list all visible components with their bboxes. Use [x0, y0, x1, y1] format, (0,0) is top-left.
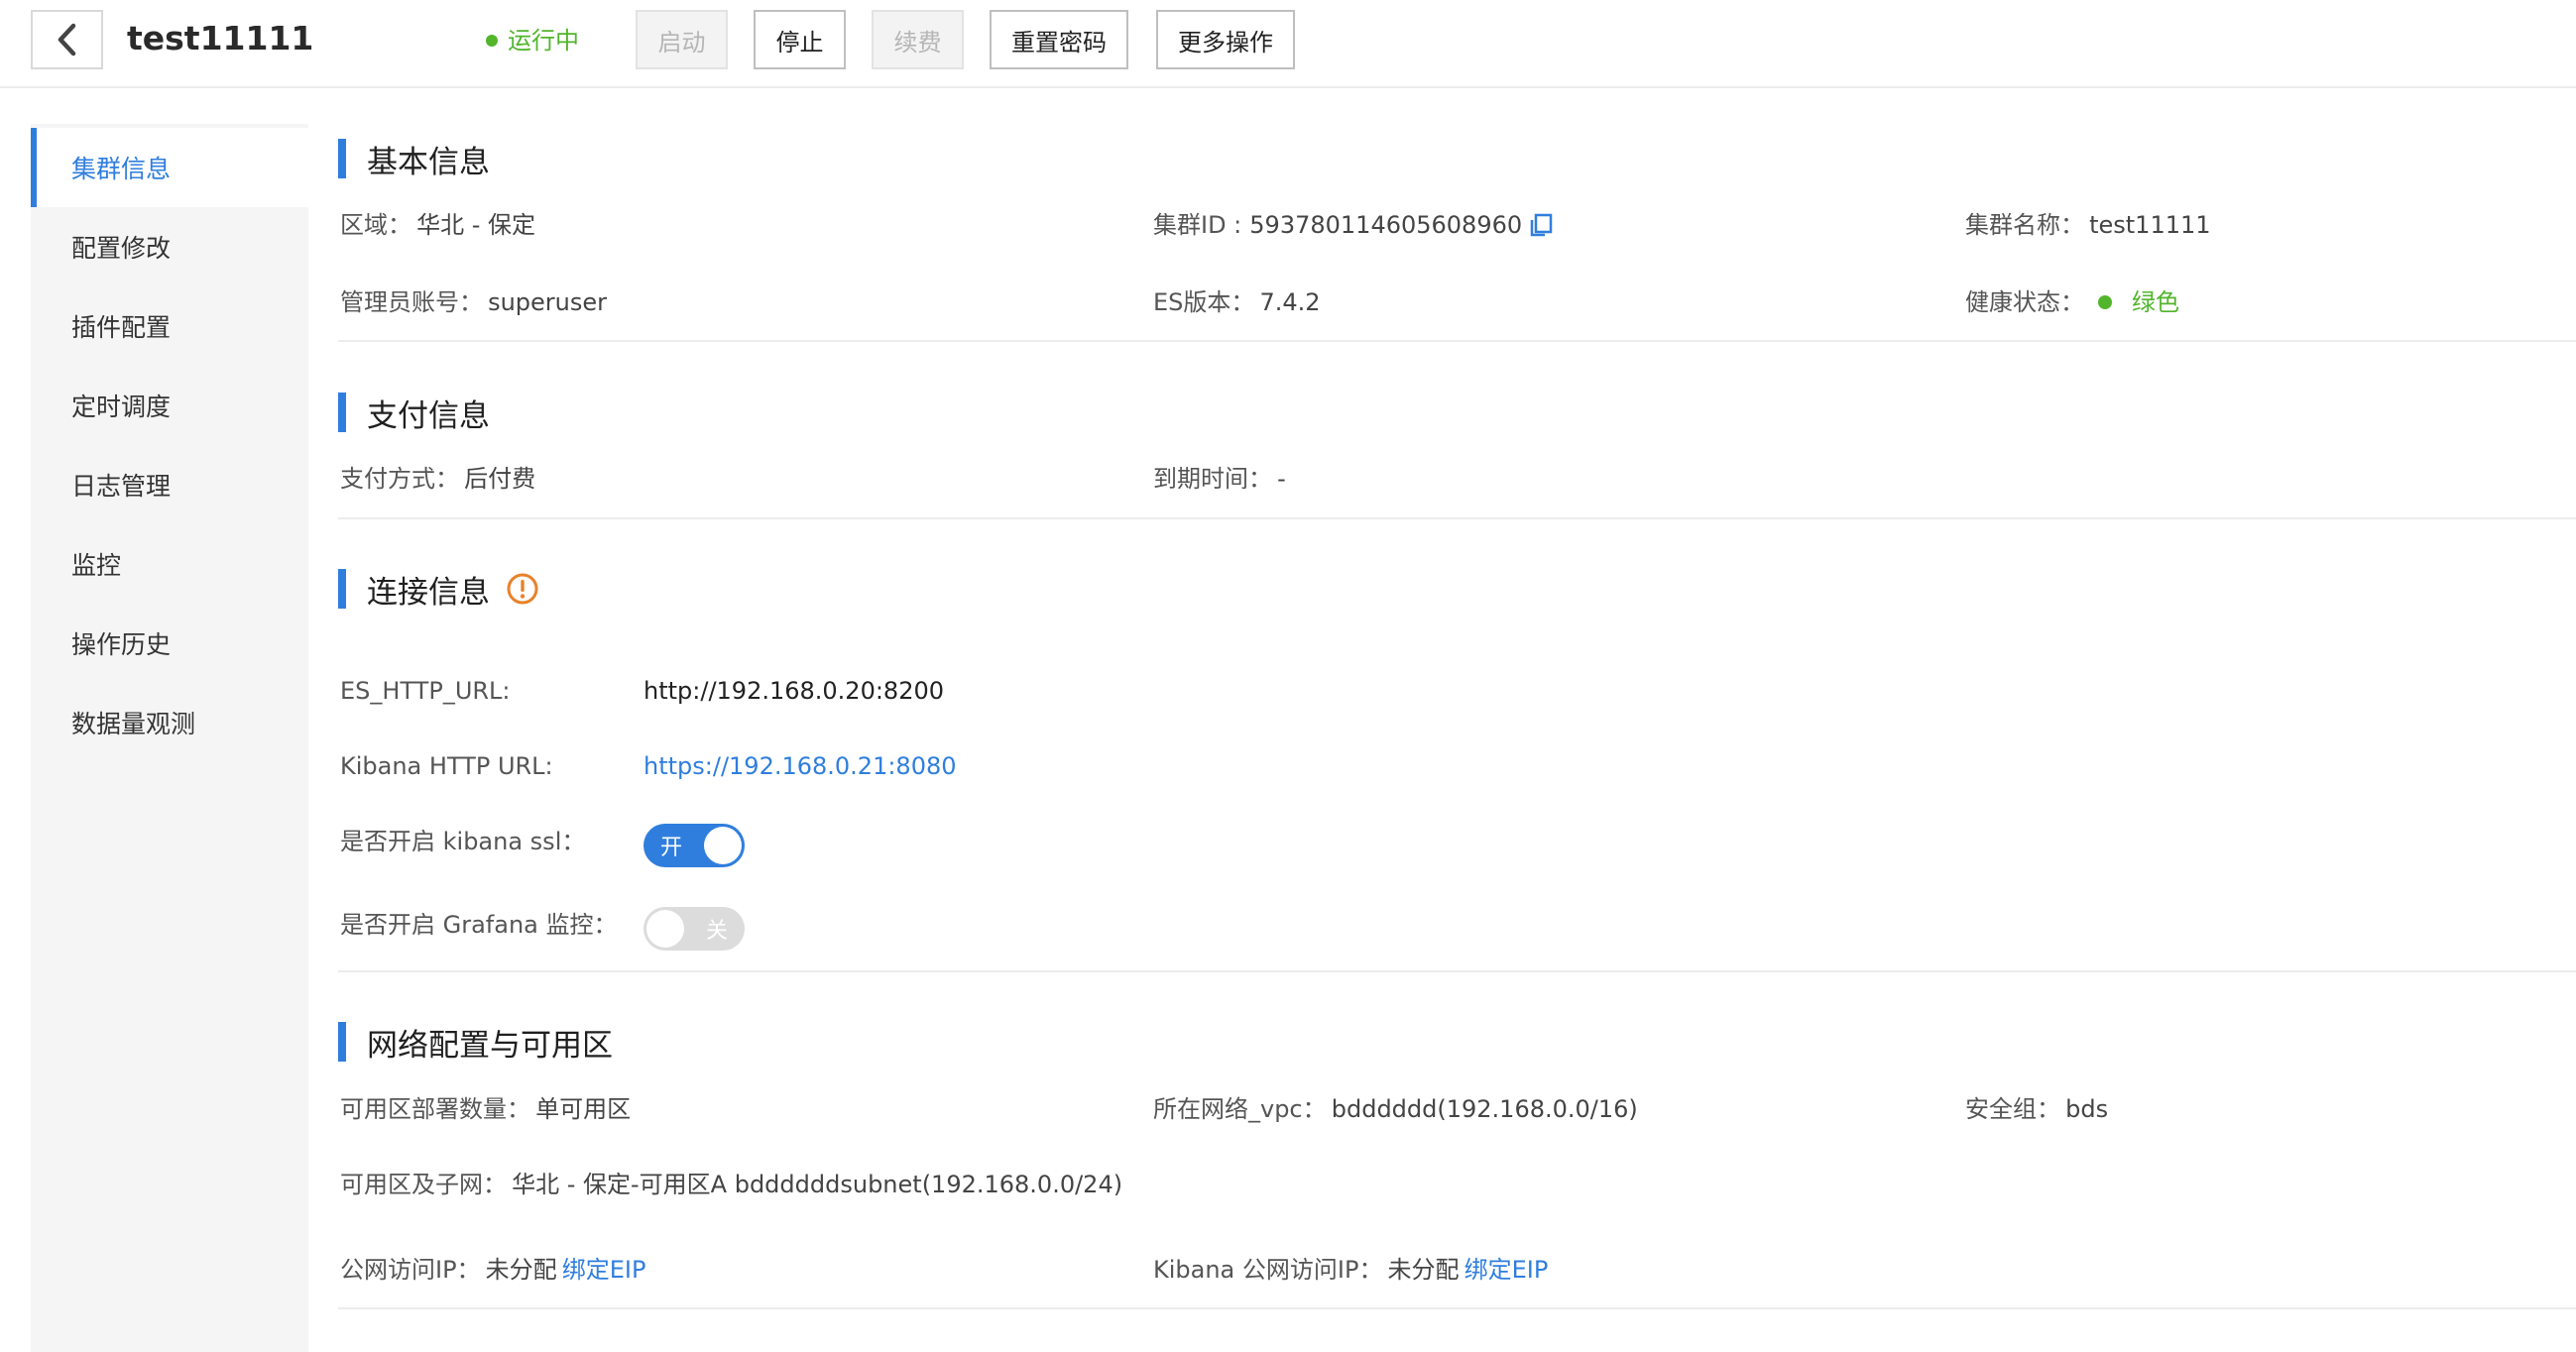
- sidebar-item-log-management[interactable]: 日志管理: [31, 445, 308, 524]
- kibana-public-ip-value: 未分配: [1387, 1256, 1460, 1284]
- public-ip-label: 公网访问IP：: [340, 1256, 481, 1284]
- az-subnet-value: 华北 - 保定-可用区A bddddddsubnet(192.168.0.0/2…: [512, 1171, 1123, 1198]
- payment-method-value: 后付费: [464, 465, 536, 493]
- section-title-text: 网络配置与可用区: [367, 1027, 613, 1064]
- sidebar-item-config-modify[interactable]: 配置修改: [31, 207, 308, 286]
- section-title-basic-info: 基本信息: [338, 139, 490, 180]
- public-ip-value: 未分配: [485, 1256, 557, 1284]
- sidebar-item-cluster-info[interactable]: 集群信息: [31, 128, 308, 207]
- admin-account-field: 管理员账号： superuser: [340, 285, 607, 319]
- section-divider: [338, 517, 2576, 519]
- security-group-label: 安全组：: [1965, 1095, 2060, 1123]
- es-http-url-value: http://192.168.0.20:8200: [644, 677, 944, 705]
- sidebar-item-plugin-config[interactable]: 插件配置: [31, 286, 308, 366]
- section-accent-bar: [338, 569, 346, 609]
- status-text: 运行中: [508, 27, 579, 55]
- cluster-name-label: 集群名称：: [1965, 211, 2084, 239]
- cluster-id-field: 集群ID : 593780114605608960: [1153, 208, 1554, 242]
- kibana-ssl-toggle[interactable]: 开: [644, 824, 745, 867]
- section-title-connection-info: 连接信息: [338, 569, 539, 611]
- sidebar-item-data-volume[interactable]: 数据量观测: [31, 683, 308, 762]
- health-dot-icon: [2098, 295, 2112, 309]
- section-divider: [338, 340, 2576, 342]
- kibana-http-url-link[interactable]: https://192.168.0.21:8080: [644, 749, 957, 783]
- az-count-label: 可用区部署数量：: [340, 1095, 530, 1123]
- reset-password-button[interactable]: 重置密码: [990, 10, 1128, 69]
- renew-button[interactable]: 续费: [872, 10, 964, 69]
- public-ip-field: 公网访问IP： 未分配 绑定EIP: [340, 1253, 645, 1287]
- az-count-value: 单可用区: [535, 1095, 632, 1123]
- chevron-left-icon: [58, 23, 75, 56]
- start-button[interactable]: 启动: [636, 10, 728, 69]
- sidebar-item-operation-history[interactable]: 操作历史: [31, 604, 308, 683]
- az-subnet-label: 可用区及子网：: [340, 1171, 507, 1198]
- section-title-text: 连接信息: [367, 574, 490, 611]
- kibana-public-ip-label: Kibana 公网访问IP：: [1153, 1256, 1383, 1284]
- section-title-text: 支付信息: [367, 397, 490, 434]
- grafana-monitor-label: 是否开启 Grafana 监控：: [340, 911, 618, 939]
- warning-icon[interactable]: [506, 572, 539, 606]
- toggle-off-text: 关: [705, 919, 728, 944]
- section-accent-bar: [338, 393, 346, 432]
- section-accent-bar: [338, 139, 346, 178]
- vpc-field: 所在网络_vpc： bdddddd(192.168.0.0/16): [1153, 1092, 1638, 1126]
- more-actions-button[interactable]: 更多操作: [1156, 10, 1295, 69]
- bind-eip-link[interactable]: 绑定EIP: [562, 1256, 646, 1284]
- toggle-on-text: 开: [660, 836, 683, 860]
- stop-button[interactable]: 停止: [754, 10, 846, 69]
- es-version-value: 7.4.2: [1259, 288, 1321, 316]
- expiry-time-field: 到期时间： -: [1153, 462, 1286, 496]
- section-title-payment-info: 支付信息: [338, 393, 490, 434]
- region-field: 区域： 华北 - 保定: [340, 208, 535, 242]
- az-subnet-field: 可用区及子网： 华北 - 保定-可用区A bddddddsubnet(192.1…: [340, 1168, 1122, 1201]
- kibana-bind-eip-link[interactable]: 绑定EIP: [1464, 1256, 1549, 1284]
- vpc-value: bdddddd(192.168.0.0/16): [1331, 1095, 1638, 1123]
- region-value: 华北 - 保定: [416, 211, 536, 239]
- cluster-name-value: test11111: [2089, 211, 2211, 239]
- es-http-url-label: ES_HTTP_URL:: [340, 677, 511, 705]
- expiry-time-value: -: [1277, 465, 1286, 493]
- header-divider: [0, 86, 2576, 88]
- vpc-label: 所在网络_vpc：: [1153, 1095, 1327, 1123]
- health-status-field: 健康状态： 绿色: [1965, 285, 2179, 319]
- toggle-knob: [646, 910, 684, 948]
- az-count-field: 可用区部署数量： 单可用区: [340, 1092, 631, 1126]
- section-divider: [338, 970, 2576, 972]
- cluster-id-label: 集群ID :: [1153, 211, 1242, 239]
- status-badge: 运行中: [486, 22, 579, 59]
- admin-account-value: superuser: [488, 288, 608, 316]
- cluster-id-value: 593780114605608960: [1249, 211, 1523, 239]
- admin-account-label: 管理员账号：: [340, 288, 483, 316]
- sidebar-item-scheduled-tasks[interactable]: 定时调度: [31, 366, 308, 445]
- security-group-value: bds: [2065, 1095, 2109, 1123]
- payment-method-field: 支付方式： 后付费: [340, 462, 535, 496]
- page-title: test11111: [127, 19, 314, 57]
- status-dot-icon: [486, 35, 498, 47]
- section-title-network-info: 网络配置与可用区: [338, 1022, 613, 1064]
- kibana-http-url-label: Kibana HTTP URL:: [340, 752, 553, 780]
- health-status-value: 绿色: [2132, 288, 2179, 316]
- expiry-time-label: 到期时间：: [1153, 465, 1272, 493]
- kibana-public-ip-field: Kibana 公网访问IP： 未分配 绑定EIP: [1153, 1253, 1548, 1287]
- region-label: 区域：: [340, 211, 411, 239]
- grafana-monitor-toggle[interactable]: 关: [644, 907, 745, 951]
- security-group-field: 安全组： bds: [1965, 1092, 2108, 1126]
- sidebar-item-monitoring[interactable]: 监控: [31, 524, 308, 604]
- es-version-field: ES版本： 7.4.2: [1153, 285, 1321, 319]
- health-status-label: 健康状态：: [1965, 288, 2084, 316]
- section-accent-bar: [338, 1022, 346, 1062]
- kibana-ssl-label: 是否开启 kibana ssl：: [340, 828, 586, 855]
- section-title-text: 基本信息: [367, 144, 490, 180]
- cluster-name-field: 集群名称： test11111: [1965, 208, 2211, 242]
- section-divider: [338, 1307, 2576, 1309]
- copy-icon[interactable]: [1528, 212, 1554, 238]
- es-version-label: ES版本：: [1153, 288, 1255, 316]
- back-button[interactable]: [31, 10, 103, 69]
- toggle-knob: [704, 827, 742, 864]
- payment-method-label: 支付方式：: [340, 465, 459, 493]
